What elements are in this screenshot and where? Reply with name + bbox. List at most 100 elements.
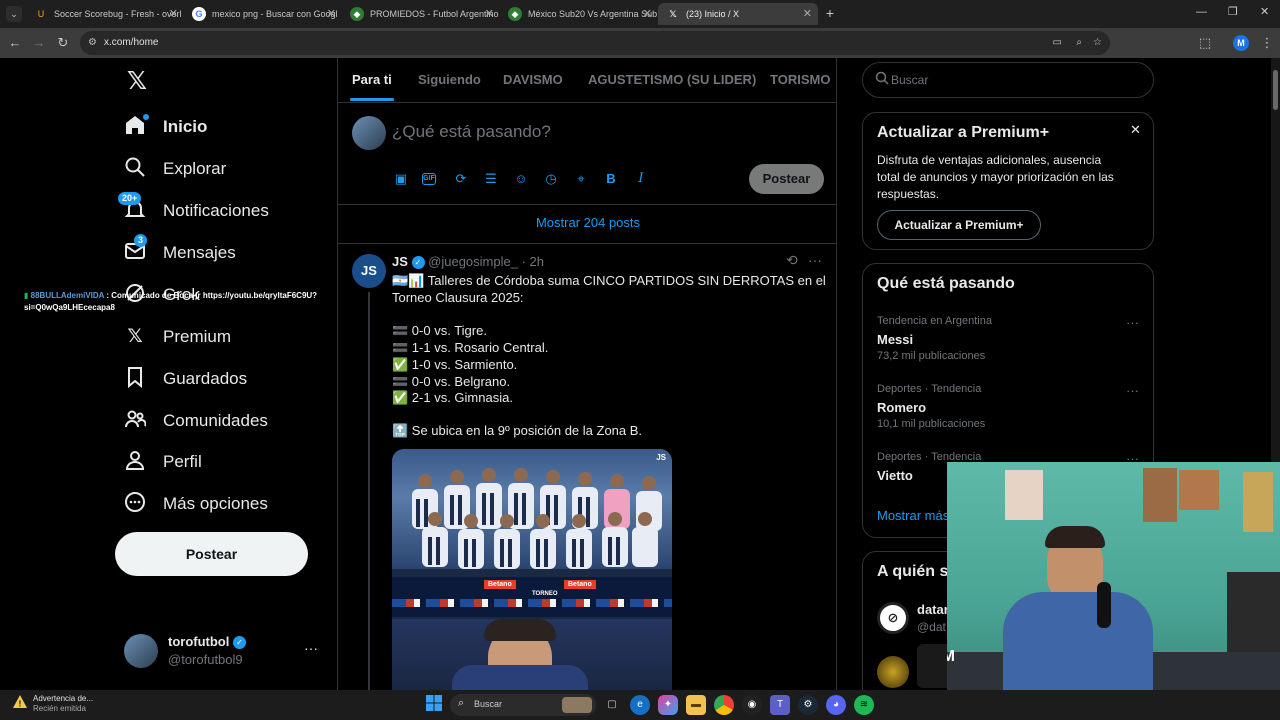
tab-siguiendo[interactable]: Siguiendo [418, 72, 481, 87]
tweet-text-line: ✅ 2-1 vs. Gimnasia. [392, 390, 513, 405]
sidebar-item-explorar[interactable]: Explorar [122, 149, 226, 189]
browser-tab-5[interactable]: 𝕏 (23) Inicio / X ✕ [658, 3, 818, 25]
chrome-icon[interactable] [714, 695, 734, 715]
webcam-wall-poster [1143, 468, 1177, 522]
bookmark-star-icon[interactable]: ☆ [1093, 31, 1102, 55]
image-icon[interactable]: ▣ [392, 170, 410, 188]
more-dots-icon[interactable]: ··· [1126, 315, 1139, 330]
sidebar-item-mensajes[interactable]: 3 Mensajes [122, 233, 236, 273]
install-app-icon[interactable]: ▭ [1053, 31, 1062, 55]
notification-title[interactable]: Advertencia de... [33, 694, 93, 703]
more-dots-icon[interactable]: ··· [1126, 383, 1139, 398]
file-explorer-icon[interactable]: ▬ [686, 695, 706, 715]
sidebar-item-comunidades[interactable]: Comunidades [122, 401, 268, 441]
menu-dots-icon[interactable]: ⋮ [1258, 34, 1276, 52]
avatar [124, 634, 158, 668]
location-icon[interactable]: ⌖ [572, 170, 590, 188]
task-view-icon[interactable]: ▢ [602, 695, 622, 715]
sidebar-item-perfil[interactable]: Perfil [122, 442, 202, 482]
composer-input[interactable]: ¿Qué está pasando? [392, 122, 551, 142]
more-dots-icon[interactable]: ··· [808, 252, 822, 268]
site-info-icon[interactable]: ⚙ [88, 31, 97, 55]
poll-icon[interactable]: ☰ [482, 170, 500, 188]
tab-davismo[interactable]: DAVISMO [503, 72, 563, 87]
close-icon[interactable]: ✕ [485, 7, 494, 20]
sidebar-item-inicio[interactable]: Inicio [122, 107, 207, 147]
sidebar-item-guardados[interactable]: Guardados [122, 359, 247, 399]
obs-icon[interactable]: ◉ [742, 695, 762, 715]
follow-avatar[interactable]: ⊘ [877, 602, 909, 634]
new-tab-button[interactable]: + [822, 5, 838, 21]
address-bar[interactable]: ⚙ x.com/home ▭ ⌕ ☆ [80, 31, 1110, 55]
tweet-avatar[interactable]: JS [352, 254, 386, 288]
sidebar-item-label: Comunidades [163, 411, 268, 430]
show-more-link[interactable]: Mostrar más [877, 508, 949, 523]
account-switcher[interactable]: torofutbol ✓ @torofutbol9 ··· [118, 626, 328, 676]
tweet-author-handle[interactable]: @juegosimple_ [428, 254, 518, 269]
sponsor-board: Betano TORNEO Betano [392, 577, 672, 617]
reload-button[interactable]: ↻ [54, 34, 72, 52]
teams-icon[interactable]: T [770, 695, 790, 715]
tweet-image[interactable]: JS Betano TORNEO Betano [392, 449, 672, 690]
scrollbar-thumb[interactable] [1273, 70, 1278, 110]
gif-icon[interactable]: GIF [422, 173, 436, 185]
overlay-message: : Comunicado de Boca jr https://youtu.be… [106, 291, 318, 300]
show-more-posts-link[interactable]: Mostrar 204 posts [338, 215, 836, 230]
premium-upgrade-button[interactable]: Actualizar a Premium+ [877, 210, 1041, 240]
composer-post-button[interactable]: Postear [749, 164, 824, 194]
tweet-author-name[interactable]: JS [392, 254, 408, 269]
warning-icon[interactable]: ! [12, 694, 28, 710]
sidebar-item-mas-opciones[interactable]: Más opciones [122, 484, 268, 524]
close-icon[interactable]: ✕ [169, 7, 178, 20]
scrollbar[interactable] [1271, 58, 1280, 462]
taskbar-search[interactable]: ⌕ Buscar [450, 694, 596, 716]
bell-icon: 20+ [118, 192, 148, 224]
forward-button[interactable]: → [30, 34, 48, 52]
browser-tab-3[interactable]: ◆ PROMIEDOS - Futbol Argentino ✕ [342, 3, 500, 25]
soccer-ball-icon: ◆ [508, 7, 522, 21]
x-logo-icon[interactable]: 𝕏 [124, 68, 150, 94]
sidebar-item-premium[interactable]: 𝕏 Premium [122, 317, 231, 357]
maximize-button[interactable]: ❐ [1228, 5, 1238, 18]
emoji-icon[interactable]: ☺ [512, 170, 530, 188]
follow-name[interactable]: datar [917, 602, 949, 617]
minimize-button[interactable]: — [1196, 6, 1207, 18]
back-button[interactable]: ← [6, 34, 24, 52]
close-icon[interactable]: ✕ [643, 7, 652, 20]
schedule-icon[interactable]: ◷ [542, 170, 560, 188]
overlay-chat-icon: ▮ [24, 291, 29, 300]
discord-icon[interactable]: ◕ [826, 695, 846, 715]
spotify-icon[interactable]: ≋ [854, 695, 874, 715]
sidebar-item-notificaciones[interactable]: 20+ Notificaciones [118, 191, 269, 231]
grok-explain-icon[interactable]: ⟲ [786, 252, 798, 269]
italic-icon[interactable]: I [632, 170, 650, 188]
extensions-icon[interactable]: ⬚ [1196, 34, 1214, 52]
browser-tab-1[interactable]: U Soccer Scorebug - Fresh - overl ✕ [26, 3, 184, 25]
close-icon[interactable]: ✕ [803, 7, 812, 20]
tweet-text-line: 🇦🇷📊 Talleres de Córdoba suma CINCO PARTI… [392, 273, 826, 288]
profile-avatar[interactable]: M [1233, 35, 1249, 51]
tweet-time[interactable]: · 2h [522, 254, 544, 269]
grok-icon[interactable]: ⟳ [452, 170, 470, 188]
close-window-button[interactable]: ✕ [1260, 5, 1269, 18]
browser-tab-4[interactable]: ◆ México Sub20 Vs Argentina Sub ✕ [500, 3, 658, 25]
tab-agustetismo[interactable]: AGUSTETISMO (SU LIDER) [588, 72, 756, 87]
tab-torismo[interactable]: TORISMO [770, 72, 830, 87]
close-icon[interactable]: ✕ [327, 7, 336, 20]
search-input[interactable]: Buscar [862, 62, 1154, 98]
windows-start-icon[interactable] [424, 695, 444, 715]
steam-icon[interactable]: ⚙ [798, 695, 818, 715]
close-icon[interactable]: ✕ [1130, 122, 1141, 138]
edge-icon[interactable]: e [630, 695, 650, 715]
bold-icon[interactable]: B [602, 170, 620, 188]
tab-para-ti[interactable]: Para ti [352, 72, 392, 87]
follow-avatar[interactable] [877, 656, 909, 688]
zoom-icon[interactable]: ⌕ [1076, 31, 1082, 55]
more-dots-icon[interactable]: ··· [304, 640, 318, 656]
tab-list-button[interactable]: ⌄ [6, 6, 22, 22]
browser-tab-2[interactable]: G mexico png - Buscar con Googl ✕ [184, 3, 342, 25]
google-icon: G [192, 7, 206, 21]
copilot-icon[interactable]: ✦ [658, 695, 678, 715]
post-button[interactable]: Postear [115, 532, 308, 576]
sidebar-item-label: Más opciones [163, 494, 268, 513]
